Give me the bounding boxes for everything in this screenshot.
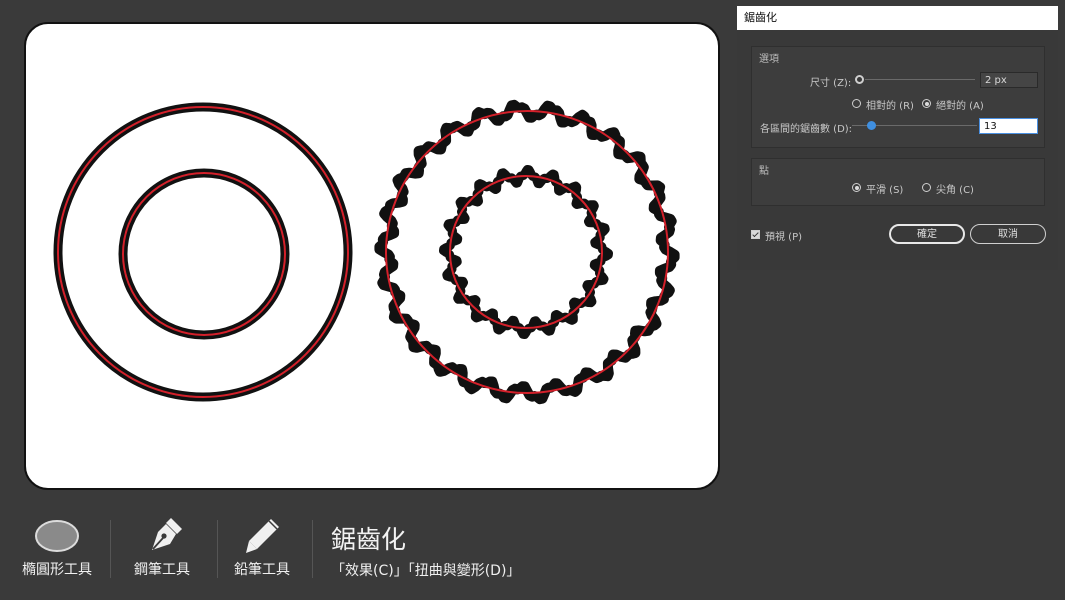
divider [312, 520, 313, 578]
pencil-tool-icon[interactable] [242, 516, 282, 556]
absolute-label[interactable]: 絕對的 (A) [936, 97, 984, 112]
roughen-dialog: 鋸齒化 選項 尺寸 (Z): 2 px 相對的 (R) 絕對的 (A) 各區間的… [737, 6, 1058, 270]
relative-label[interactable]: 相對的 (R) [866, 97, 914, 112]
absolute-radio[interactable] [922, 99, 931, 108]
options-group: 選項 尺寸 (Z): 2 px 相對的 (R) 絕對的 (A) 各區間的鋸齒數 … [751, 46, 1045, 148]
pen-tool-label: 鋼筆工具 [134, 562, 190, 578]
size-label: 尺寸 (Z): [810, 78, 852, 89]
size-slider-track[interactable] [865, 79, 975, 80]
cancel-button[interactable]: 取消 [970, 224, 1046, 244]
smooth-rings [53, 102, 353, 402]
dialog-title[interactable]: 鋸齒化 [737, 6, 1058, 30]
zigzag-rings [374, 99, 680, 405]
ellipse-tool-icon[interactable] [34, 518, 80, 554]
artwork [53, 99, 680, 405]
ridges-slider-knob[interactable] [867, 121, 876, 130]
size-slider-knob[interactable] [855, 75, 864, 84]
effect-title: 鋸齒化 [331, 525, 407, 554]
pen-tool-icon[interactable] [146, 514, 186, 554]
corner-radio[interactable] [922, 183, 931, 192]
artboard-canvas[interactable] [24, 22, 720, 490]
corner-label[interactable]: 尖角 (C) [936, 181, 974, 196]
relative-radio[interactable] [852, 99, 861, 108]
ellipse-tool-label: 橢圓形工具 [22, 562, 92, 578]
preview-label[interactable]: 預視 (P) [765, 228, 802, 243]
ridges-input[interactable]: 13 [979, 118, 1038, 134]
preview-checkbox[interactable] [751, 230, 760, 239]
points-group-title: 點 [759, 166, 769, 177]
ok-button[interactable]: 確定 [889, 224, 965, 244]
pencil-tool-label: 鉛筆工具 [234, 562, 290, 578]
smooth-radio[interactable] [852, 183, 861, 192]
ridges-label: 各區間的鋸齒數 (D): [760, 124, 853, 135]
options-group-title: 選項 [759, 54, 779, 65]
smooth-label[interactable]: 平滑 (S) [866, 181, 903, 196]
divider [217, 520, 218, 578]
divider [110, 520, 111, 578]
size-input[interactable]: 2 px [980, 72, 1038, 88]
points-group: 點 平滑 (S) 尖角 (C) [751, 158, 1045, 206]
effect-menu-path: 「效果(C)」「扭曲與變形(D)」 [331, 563, 521, 579]
